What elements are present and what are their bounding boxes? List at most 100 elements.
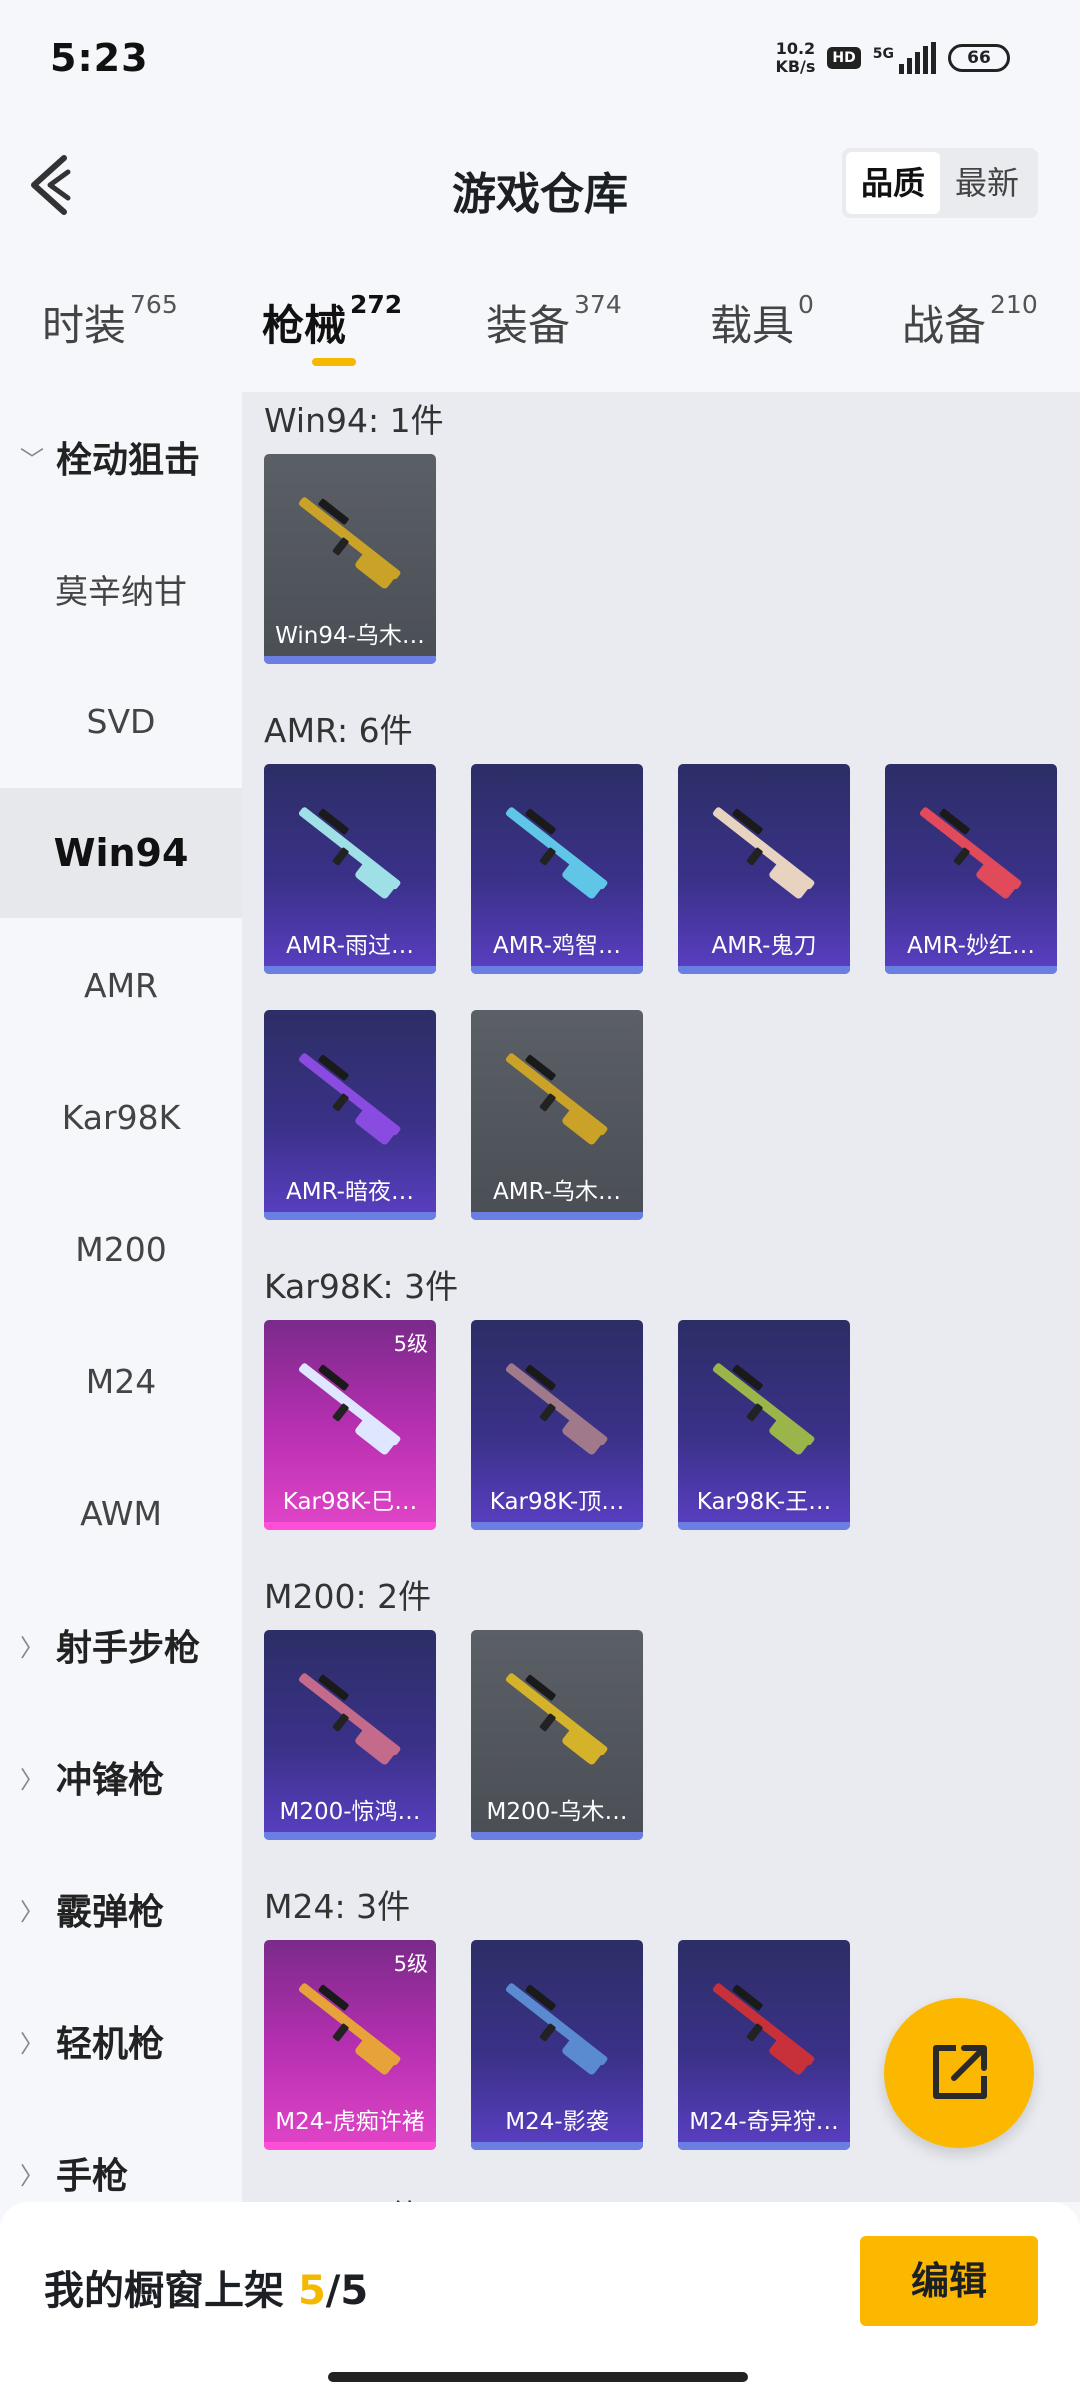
sidebar-item-mosin[interactable]: 莫辛纳甘 (0, 524, 242, 654)
sidebar-group-label: 射手步枪 (56, 1628, 201, 1669)
sidebar-item-kar98k[interactable]: Kar98K (0, 1052, 242, 1182)
network-type: 5G (872, 46, 894, 62)
weapon-skin-name: Kar98K-巳… (282, 1489, 418, 1515)
page-header: 游戏仓库 品质 最新 (0, 130, 1080, 240)
weapon-grid: Win94: 1件 Win94-乌木… AMR: 6件 AMR-雨过… AMR-鸡智… A… (242, 392, 1080, 2202)
weapon-skin-name: M200-惊鸿… (279, 1799, 421, 1825)
sidebar-group-smg[interactable]: 〉 冲锋枪 (0, 1712, 242, 1842)
weapon-skin-name: M24-影袭 (505, 2109, 609, 2135)
tab-count: 272 (350, 290, 403, 319)
rarity-bar (264, 1212, 436, 1220)
rarity-bar (471, 1212, 643, 1220)
weapon-skin-card[interactable]: Kar98K-顶… (471, 1320, 643, 1530)
weapon-skin-card[interactable]: 5级 Kar98K-巳… (264, 1320, 436, 1530)
sidebar-item-amr[interactable]: AMR (0, 920, 242, 1050)
rarity-bar (264, 1832, 436, 1840)
tab-label: 装备 (486, 301, 571, 350)
sidebar-group-shotgun[interactable]: 〉 霰弹枪 (0, 1844, 242, 1974)
weapon-skin-card[interactable]: M24-奇异狩… (678, 1940, 850, 2150)
tab-count: 210 (990, 290, 1038, 319)
weapon-skin-card[interactable]: AMR-雨过… (264, 764, 436, 974)
hd-icon: HD (827, 47, 861, 69)
network-speed-unit: KB/s (775, 57, 816, 76)
tab-label: 时装 (42, 301, 127, 350)
rifle-icon (505, 1053, 608, 1145)
home-indicator (328, 2372, 748, 2382)
rifle-icon (505, 1673, 608, 1765)
weapon-skin-card[interactable]: M200-乌木… (471, 1630, 643, 1840)
network-speed: 10.2 KB/s (775, 40, 815, 76)
weapon-skin-name: M200-乌木… (486, 1799, 628, 1825)
active-tab-indicator (312, 358, 356, 366)
weapon-skin-card[interactable]: M24-影袭 (471, 1940, 643, 2150)
tab-label: 战备 (902, 301, 987, 350)
sidebar-group-lmg[interactable]: 〉 轻机枪 (0, 1976, 242, 2106)
section-title: M24: 3件 (264, 1887, 411, 1926)
battery-icon: 66 (948, 44, 1010, 72)
tab-count: 765 (130, 290, 178, 319)
rarity-bar (885, 966, 1057, 974)
sidebar-item-awm[interactable]: AWM (0, 1448, 242, 1578)
rifle-icon (298, 807, 401, 899)
showcase-bar: 我的橱窗上架 5/5 编辑 (0, 2202, 1080, 2400)
weapon-skin-name: AMR-鬼刀 (711, 933, 817, 959)
tab-vehicles[interactable]: 载具 0 (710, 290, 814, 353)
sidebar-item-m24[interactable]: M24 (0, 1316, 242, 1446)
showcase-current: 5 (297, 2268, 326, 2314)
rifle-icon (712, 1983, 815, 2075)
rifle-icon (712, 807, 815, 899)
sidebar-group-dmr[interactable]: 〉 射手步枪 (0, 1580, 242, 1710)
weapon-skin-card[interactable]: 5级 M24-虎痴许褚 (264, 1940, 436, 2150)
weapon-skin-card[interactable]: AMR-鸡智… (471, 764, 643, 974)
section-title: AWM: 4件 (264, 2190, 421, 2202)
level-badge: 5级 (393, 1952, 428, 1976)
weapon-skin-name: AMR-妙红… (907, 933, 1035, 959)
rifle-icon (298, 1673, 401, 1765)
sort-toggle: 品质 最新 (842, 148, 1038, 218)
sort-quality-button[interactable]: 品质 (846, 152, 940, 214)
section-title: AMR: 6件 (264, 711, 413, 750)
weapon-skin-card[interactable]: AMR-妙红… (885, 764, 1057, 974)
rifle-icon (505, 807, 608, 899)
sidebar-group-label: 霰弹枪 (56, 1892, 165, 1933)
tab-weapons[interactable]: 枪械 272 (262, 290, 403, 353)
network-speed-value: 10.2 (775, 39, 816, 58)
weapon-skin-name: M24-奇异狩… (689, 2109, 839, 2135)
weapon-skin-name: Win94-乌木… (275, 623, 425, 649)
weapon-skin-card[interactable]: AMR-乌木… (471, 1010, 643, 1220)
share-button[interactable] (884, 1998, 1034, 2148)
tab-fashion[interactable]: 时装 765 (42, 290, 178, 353)
chevron-right-icon: 〉 (20, 2029, 44, 2058)
tab-label: 载具 (710, 301, 795, 350)
showcase-label: 我的橱窗上架 (44, 2268, 284, 2314)
weapon-skin-card[interactable]: M200-惊鸿… (264, 1630, 436, 1840)
sidebar-item-m200[interactable]: M200 (0, 1184, 242, 1314)
chevron-right-icon: 〉 (20, 1633, 44, 1662)
tab-equipment[interactable]: 装备 374 (486, 290, 622, 353)
weapon-skin-card[interactable]: Kar98K-王… (678, 1320, 850, 1530)
weapon-skin-name: AMR-暗夜… (286, 1179, 414, 1205)
tab-supplies[interactable]: 战备 210 (902, 290, 1038, 353)
share-icon (933, 2045, 987, 2099)
weapon-skin-card[interactable]: AMR-暗夜… (264, 1010, 436, 1220)
signal-icon: 5G (873, 42, 936, 74)
rifle-icon (712, 1363, 815, 1455)
sidebar-group-bolt-sniper[interactable]: ﹀ 栓动狙击 (0, 392, 242, 522)
weapon-skin-card[interactable]: Win94-乌木… (264, 454, 436, 664)
sort-latest-button[interactable]: 最新 (940, 152, 1034, 214)
edit-button[interactable]: 编辑 (860, 2236, 1038, 2326)
showcase-count: 我的橱窗上架 5/5 (44, 2258, 368, 2316)
status-icons: 10.2 KB/s HD 5G 66 (775, 40, 1010, 76)
weapon-skin-name: AMR-雨过… (286, 933, 414, 959)
status-time: 5:23 (50, 36, 149, 80)
sidebar-item-svd[interactable]: SVD (0, 656, 242, 786)
rarity-bar (678, 1522, 850, 1530)
rarity-bar (678, 2142, 850, 2150)
rifle-icon (298, 1053, 401, 1145)
sidebar-group-label: 手枪 (56, 2156, 129, 2197)
rarity-bar (264, 966, 436, 974)
weapon-skin-card[interactable]: AMR-鬼刀 (678, 764, 850, 974)
sidebar-item-win94[interactable]: Win94 (0, 788, 242, 918)
rarity-bar (471, 1832, 643, 1840)
rifle-icon (298, 497, 401, 589)
